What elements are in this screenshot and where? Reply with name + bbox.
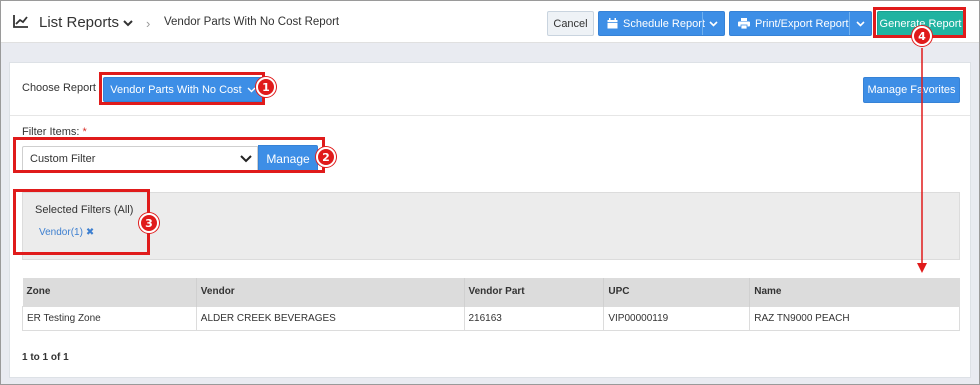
print-dropdown-toggle[interactable] [849,12,871,35]
choose-report-dropdown[interactable]: Vendor Parts With No Cost [103,77,263,102]
filter-tag-vendor[interactable]: Vendor(1) ✖ [39,227,94,238]
caret-down-icon [709,20,718,27]
calendar-icon [607,18,618,29]
pagination-summary: 1 to 1 of 1 [22,352,69,363]
table-header-row: Zone Vendor Vendor Part UPC Name [22,278,960,306]
selected-filters-title: Selected Filters (All) [35,204,134,216]
column-header[interactable]: Zone [22,278,197,306]
filter-items-text: Filter Items: [22,126,80,138]
chevron-down-icon [240,155,252,163]
column-header[interactable]: Vendor Part [464,278,605,306]
manage-favorites-button[interactable]: Manage Favorites [863,77,960,103]
table-row[interactable]: ER Testing Zone ALDER CREEK BEVERAGES 21… [22,305,960,331]
required-mark: * [82,126,87,138]
schedule-report-button[interactable]: Schedule Report [598,11,725,36]
breadcrumb: Vendor Parts With No Cost Report [164,16,340,28]
close-icon[interactable]: ✖ [86,227,94,238]
column-header[interactable]: Vendor [196,278,465,306]
choose-report-value: Vendor Parts With No Cost [110,83,242,96]
breadcrumb-separator: › [146,16,151,31]
page-title: List Reports [39,14,120,31]
manage-filter-button[interactable]: Manage [258,145,318,173]
table-cell: 216163 [463,305,605,331]
table-cell: VIP00000119 [603,305,751,331]
selected-filters-panel: Selected Filters (All) Vendor(1) ✖ [22,192,960,260]
manage-favorites-label: Manage Favorites [867,84,956,96]
annotation-badge: 2 [316,147,336,167]
choose-report-label: Choose Report [22,82,96,94]
table-cell: ALDER CREEK BEVERAGES [195,305,465,331]
caret-down-icon [856,20,865,27]
chevron-down-icon [247,87,256,92]
schedule-report-label: Schedule Report [623,17,705,30]
cancel-button-label: Cancel [553,17,588,30]
table-cell: RAZ TN9000 PEACH [749,305,960,331]
chart-line-icon [13,15,28,28]
chevron-down-icon[interactable] [121,16,135,30]
annotation-badge: 4 [912,26,932,46]
filter-select-value: Custom Filter [30,153,96,165]
top-bar: List Reports › Vendor Parts With No Cost… [1,1,979,43]
print-export-button[interactable]: Print/Export Report [729,11,872,36]
filter-items-label: Filter Items: * [22,126,87,138]
filter-select[interactable]: Custom Filter [22,146,258,172]
printer-icon [738,18,750,29]
annotation-badge: 3 [139,213,159,233]
cancel-button[interactable]: Cancel [547,11,594,36]
table-cell: ER Testing Zone [22,305,197,331]
manage-filter-label: Manage [266,152,310,166]
column-header[interactable]: UPC [603,278,751,306]
report-table: Zone Vendor Vendor Part UPC Name ER Test… [22,278,960,331]
print-export-label: Print/Export Report [755,17,849,30]
choose-report-row: Choose Report Vendor Parts With No Cost … [10,63,970,116]
annotation-badge: 1 [256,77,276,97]
column-header[interactable]: Name [749,278,960,306]
filter-tag-label: Vendor(1) [39,227,83,238]
schedule-dropdown-toggle[interactable] [702,12,724,35]
